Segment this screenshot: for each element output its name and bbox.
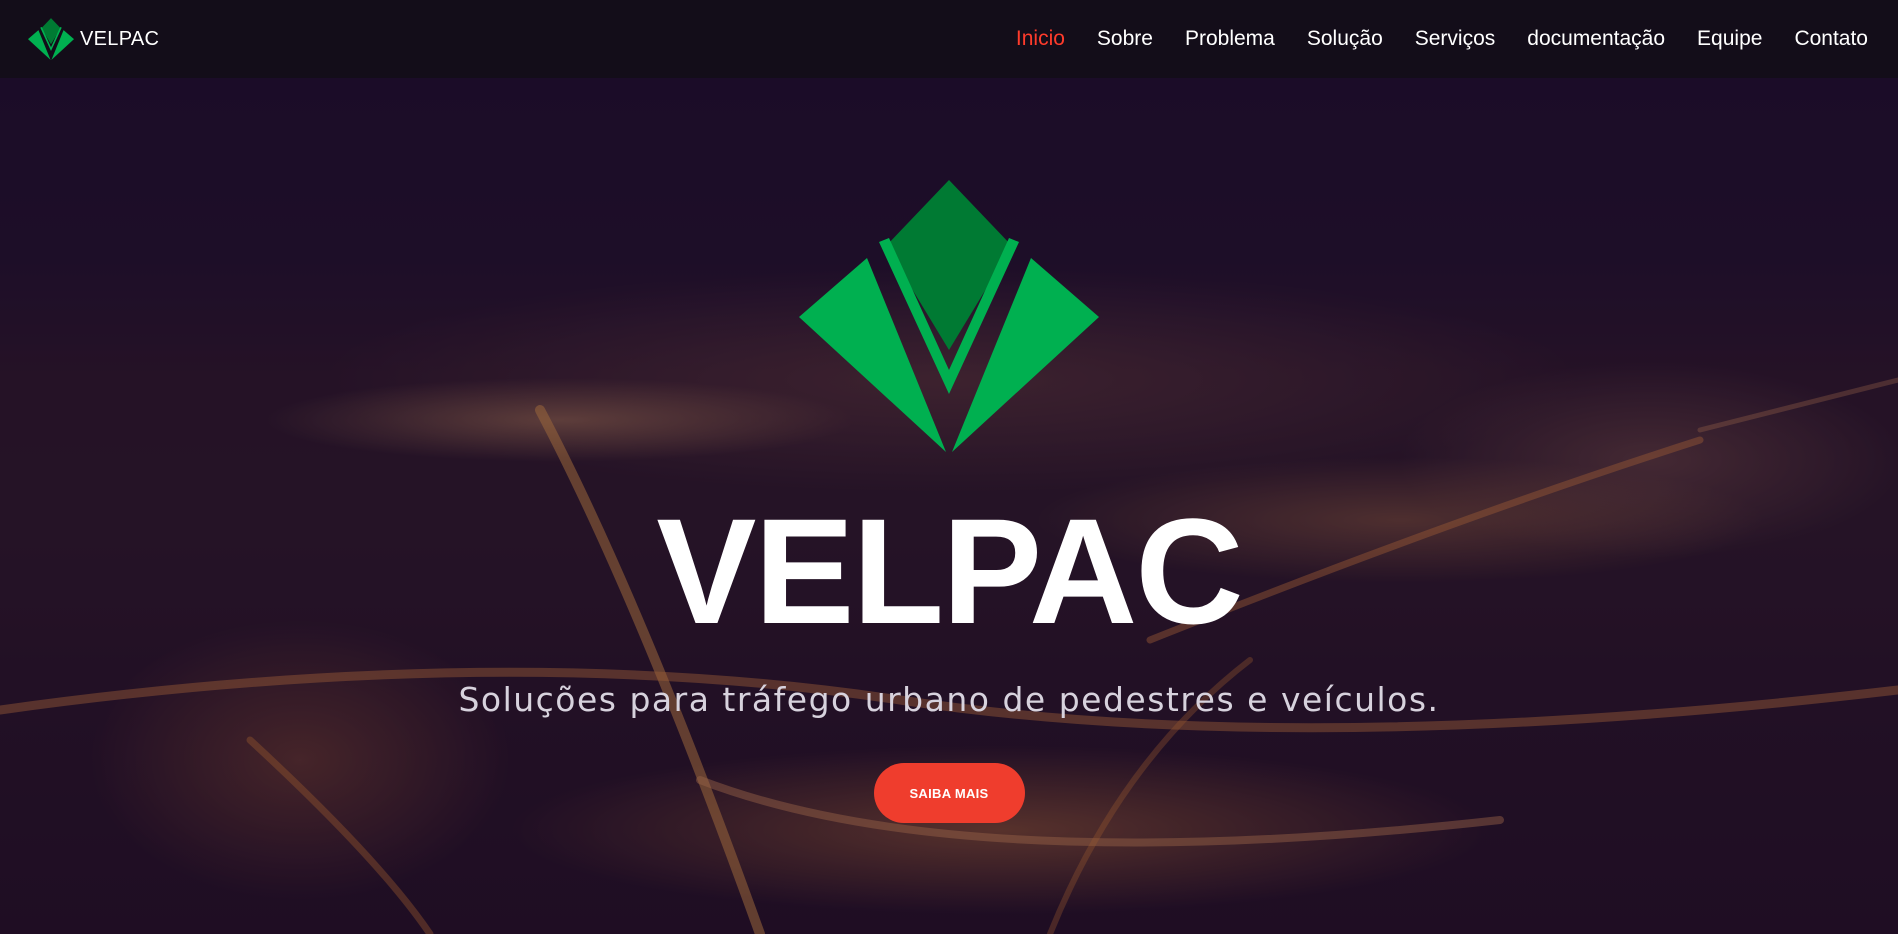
nav-link-sobre[interactable]: Sobre [1097,27,1153,51]
hero-subtitle: Soluções para tráfego urbano de pedestre… [458,680,1440,719]
velpac-logo-icon [28,18,74,60]
saiba-mais-button[interactable]: SAIBA MAIS [873,763,1025,823]
nav-menu: Inicio Sobre Problema Solução Serviços d… [984,27,1868,51]
hero-title: VELPAC [656,487,1243,655]
nav-link-contato[interactable]: Contato [1794,27,1868,51]
velpac-diamond-logo-icon [799,180,1099,452]
brand-link[interactable]: VELPAC [28,17,159,61]
navbar: VELPAC Inicio Sobre Problema Solução Ser… [0,0,1898,78]
nav-link-solucao[interactable]: Solução [1307,27,1383,51]
nav-link-documentacao[interactable]: documentação [1527,27,1665,51]
hero-section: VELPAC Soluções para tráfego urbano de p… [0,180,1898,823]
brand-name: VELPAC [80,27,160,50]
nav-link-servicos[interactable]: Serviços [1415,27,1496,51]
nav-link-inicio[interactable]: Inicio [1016,27,1065,51]
nav-link-problema[interactable]: Problema [1185,27,1275,51]
nav-link-equipe[interactable]: Equipe [1697,27,1762,51]
